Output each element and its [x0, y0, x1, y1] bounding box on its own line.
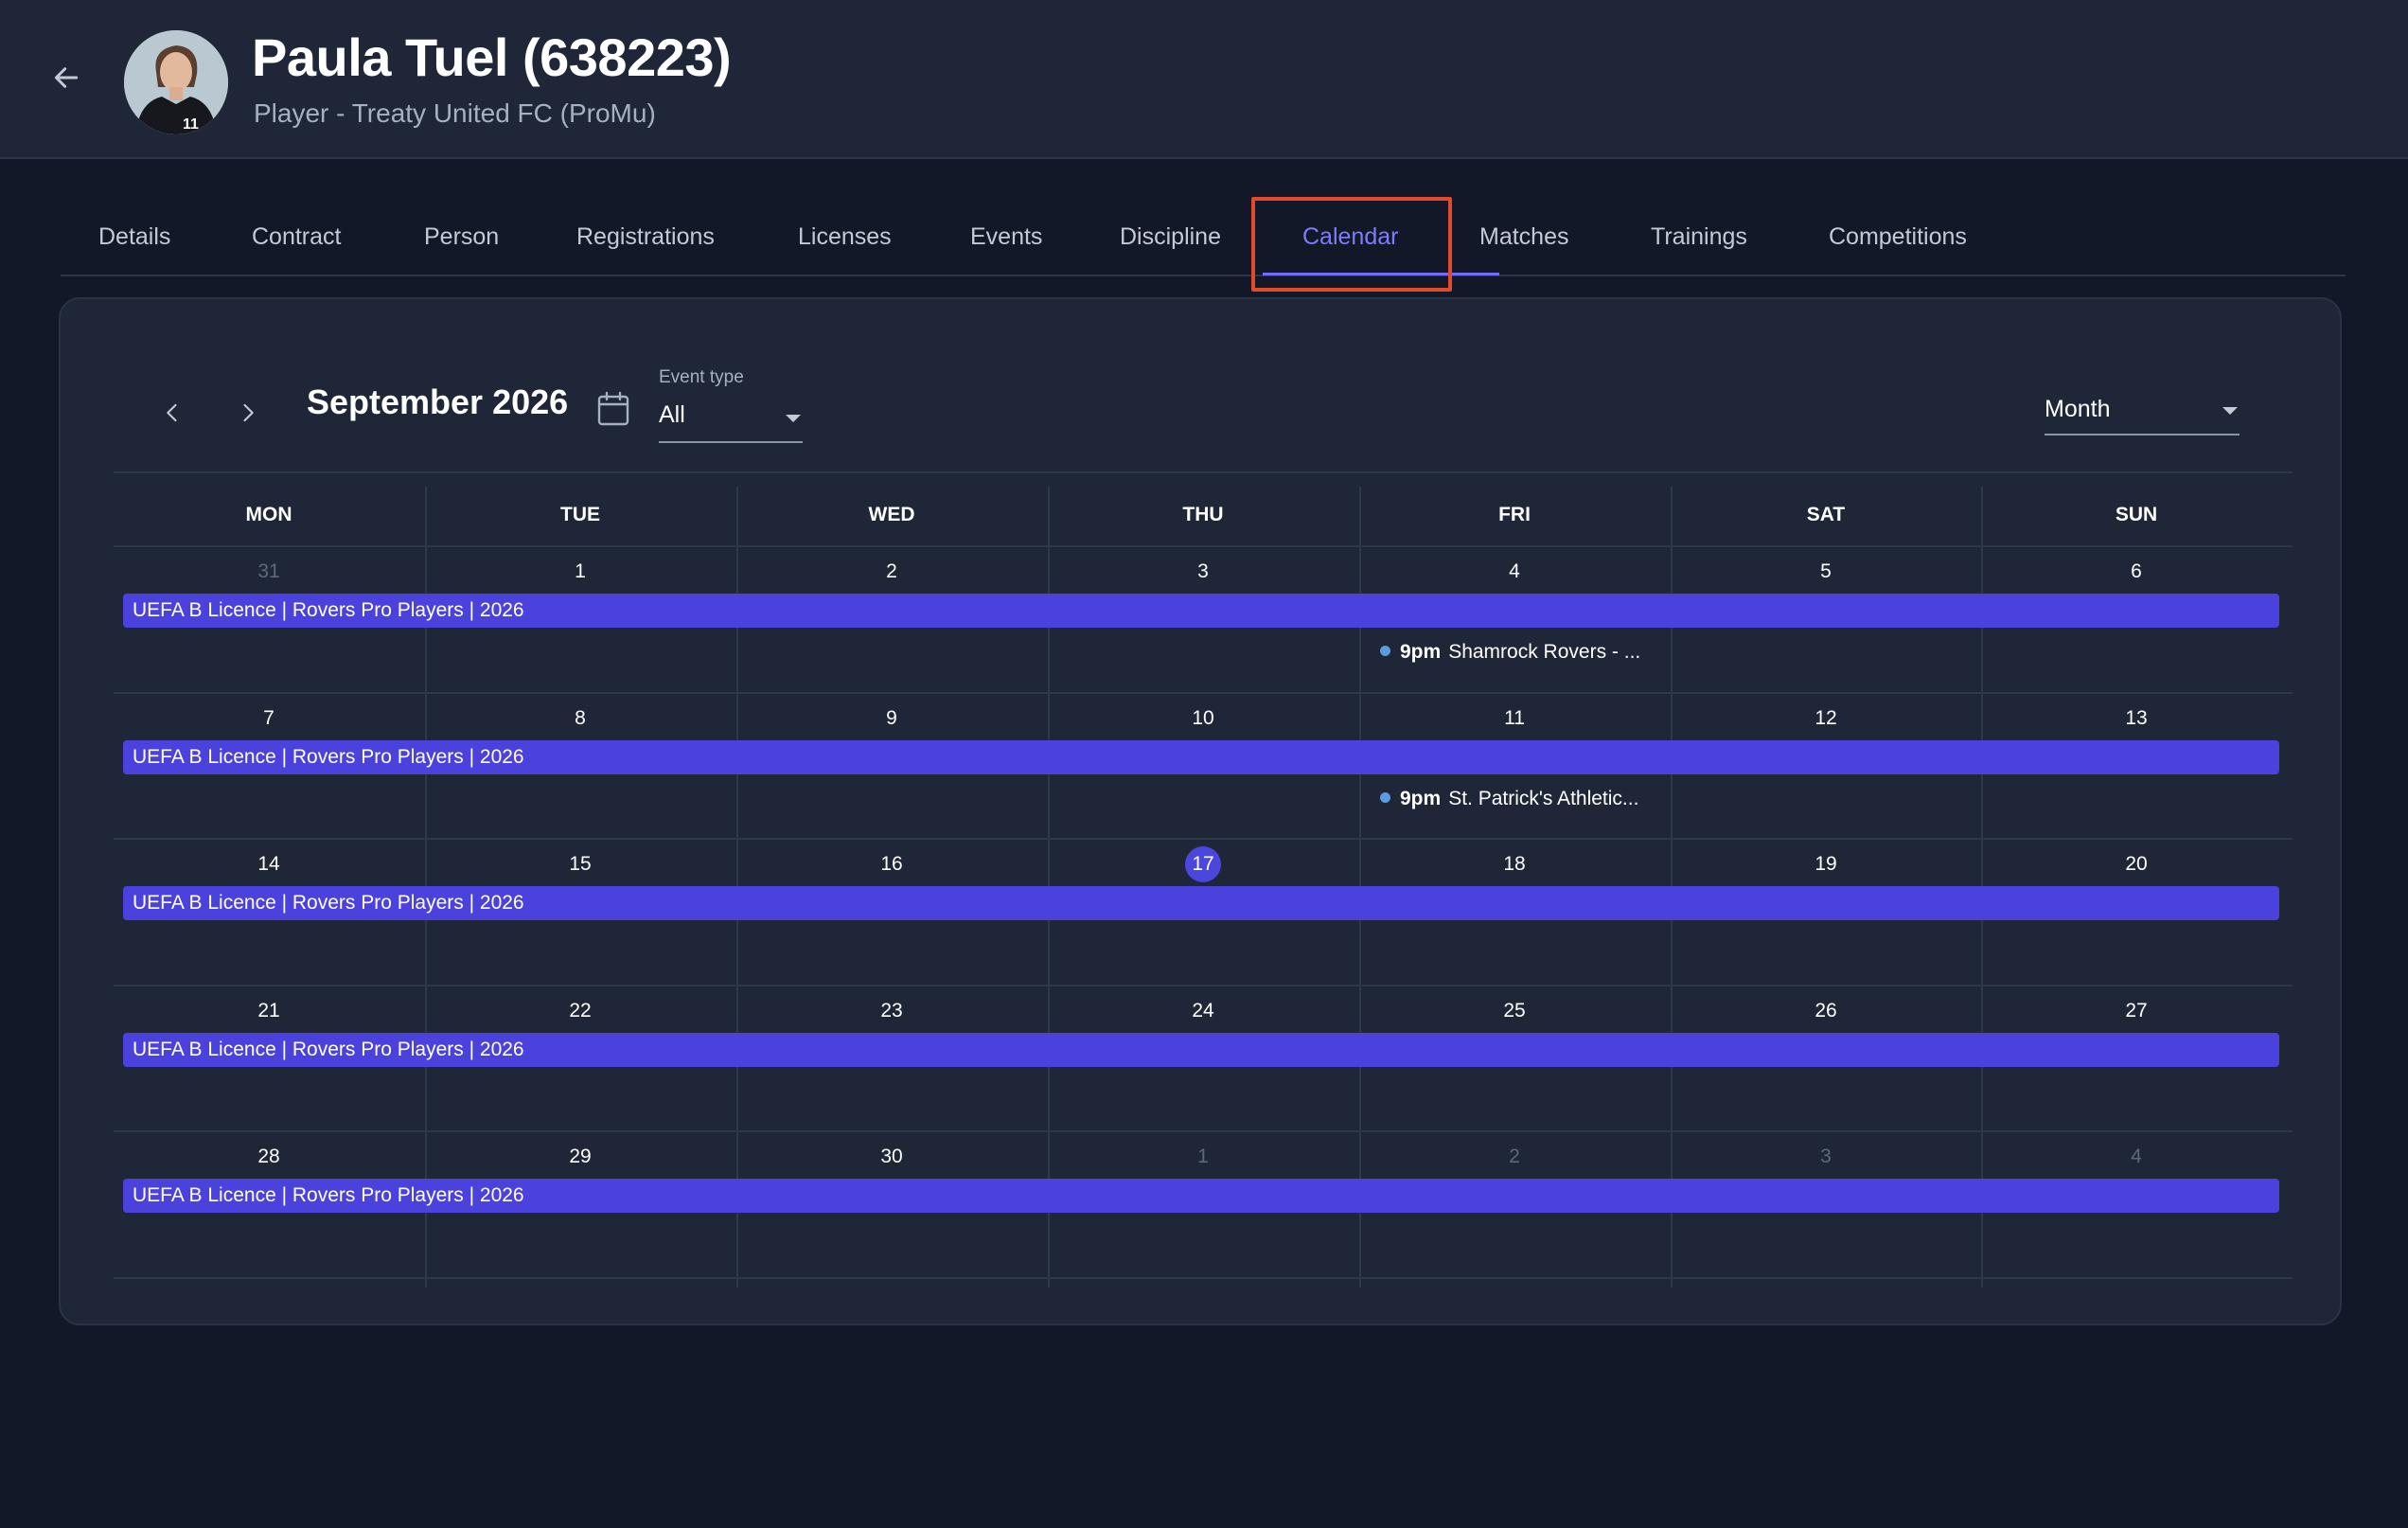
- day-number[interactable]: 28: [114, 1146, 424, 1168]
- player-name: Paula Tuel (638223): [252, 27, 732, 87]
- all-day-event-bar[interactable]: UEFA B Licence | Rovers Pro Players | 20…: [123, 1033, 2279, 1067]
- tab-matches[interactable]: Matches: [1479, 223, 1568, 251]
- all-day-event-bar[interactable]: UEFA B Licence | Rovers Pro Players | 20…: [123, 594, 2279, 628]
- day-number[interactable]: 4: [1981, 1146, 2292, 1168]
- event-type-select[interactable]: Event type All: [659, 367, 803, 443]
- tab-licenses[interactable]: Licenses: [798, 223, 892, 251]
- day-number[interactable]: 13: [1981, 707, 2292, 730]
- tab-details[interactable]: Details: [98, 223, 170, 251]
- next-month-button[interactable]: [229, 394, 267, 432]
- day-number[interactable]: 9: [736, 707, 1047, 730]
- weekday-header: FRI: [1498, 504, 1531, 525]
- event-type-label: Event type: [659, 367, 744, 387]
- day-number[interactable]: 18: [1359, 853, 1670, 876]
- day-number[interactable]: 11: [1359, 707, 1670, 730]
- event-time: 9pm: [1400, 788, 1442, 809]
- day-number[interactable]: 19: [1671, 853, 1981, 876]
- tab-contract[interactable]: Contract: [252, 223, 341, 251]
- event-dot-icon: [1380, 645, 1390, 656]
- day-number[interactable]: 16: [736, 853, 1047, 876]
- view-mode-value: Month: [2045, 396, 2111, 422]
- tab-calendar[interactable]: Calendar: [1302, 223, 1398, 251]
- timed-event[interactable]: 9pm Shamrock Rovers - ...: [1380, 638, 1640, 666]
- day-number[interactable]: 10: [1048, 707, 1358, 730]
- day-number[interactable]: 31: [114, 560, 424, 583]
- day-number[interactable]: 25: [1359, 1000, 1670, 1022]
- day-number[interactable]: 6: [1981, 560, 2292, 583]
- tab-person[interactable]: Person: [424, 223, 499, 251]
- event-time: 9pm: [1400, 641, 1442, 663]
- week-divider: [114, 1277, 2293, 1279]
- weekday-header: SUN: [2115, 504, 2158, 525]
- day-number[interactable]: 14: [114, 853, 424, 876]
- profile-tabs: Details Contract Person Registrations Li…: [61, 189, 2346, 276]
- chevron-down-icon: [786, 415, 801, 422]
- tab-registrations[interactable]: Registrations: [576, 223, 715, 251]
- week-divider: [114, 1130, 2293, 1132]
- svg-text:11: 11: [183, 116, 199, 133]
- tab-competitions[interactable]: Competitions: [1829, 223, 1967, 251]
- chevron-left-icon: [167, 403, 177, 422]
- day-number[interactable]: 22: [425, 1000, 735, 1022]
- profile-header: 11 Paula Tuel (638223) Player - Treaty U…: [0, 0, 2408, 159]
- day-number[interactable]: 23: [736, 1000, 1047, 1022]
- week-divider: [114, 692, 2293, 694]
- day-number[interactable]: 15: [425, 853, 735, 876]
- event-dot-icon: [1380, 791, 1390, 803]
- weekday-header: WED: [868, 504, 915, 525]
- event-title: Shamrock Rovers - ...: [1448, 641, 1641, 663]
- day-number[interactable]: 3: [1048, 560, 1358, 583]
- day-number[interactable]: 2: [1359, 1146, 1670, 1168]
- week-divider: [114, 545, 2293, 547]
- event-type-value: All: [659, 401, 685, 428]
- tab-trainings[interactable]: Trainings: [1651, 223, 1747, 251]
- day-number[interactable]: 20: [1981, 853, 2292, 876]
- day-number[interactable]: 1: [425, 560, 735, 583]
- day-number[interactable]: 3: [1671, 1146, 1981, 1168]
- day-number[interactable]: 27: [1981, 1000, 2292, 1022]
- day-number[interactable]: 1: [1048, 1146, 1358, 1168]
- view-mode-select[interactable]: Month: [2045, 390, 2240, 435]
- timed-event[interactable]: 9pm St. Patrick's Athletic...: [1380, 785, 1638, 813]
- calendar-picker-button[interactable]: [596, 390, 630, 428]
- week-divider: [114, 985, 2293, 986]
- day-number[interactable]: 5: [1671, 560, 1981, 583]
- active-tab-indicator: [1263, 273, 1499, 275]
- day-number[interactable]: 2: [736, 560, 1047, 583]
- tab-events[interactable]: Events: [970, 223, 1042, 251]
- tab-discipline[interactable]: Discipline: [1120, 223, 1221, 251]
- player-subtitle: Player - Treaty United FC (ProMu): [254, 98, 656, 128]
- chevron-right-icon: [243, 403, 254, 422]
- calendar-card: September 2026 Event type All Month MON T…: [59, 297, 2342, 1325]
- day-number[interactable]: 7: [114, 707, 424, 730]
- day-number[interactable]: 30: [736, 1146, 1047, 1168]
- all-day-event-bar[interactable]: UEFA B Licence | Rovers Pro Players | 20…: [123, 1179, 2279, 1213]
- arrow-left-icon: [54, 67, 79, 88]
- back-button[interactable]: [47, 59, 85, 97]
- month-grid: MON TUE WED THU FRI SAT SUN 31 1 2 3 4 5 6 UEFA B Lice…: [114, 471, 2293, 1288]
- day-number[interactable]: 12: [1671, 707, 1981, 730]
- day-number[interactable]: 29: [425, 1146, 735, 1168]
- day-number[interactable]: 24: [1048, 1000, 1358, 1022]
- day-number[interactable]: 21: [114, 1000, 424, 1022]
- weekday-header: MON: [245, 504, 292, 525]
- all-day-event-bar[interactable]: UEFA B Licence | Rovers Pro Players | 20…: [123, 740, 2279, 774]
- day-number[interactable]: 8: [425, 707, 735, 730]
- day-number[interactable]: 26: [1671, 1000, 1981, 1022]
- avatar: 11: [124, 30, 228, 134]
- week-divider: [114, 838, 2293, 840]
- chevron-down-icon: [2222, 407, 2238, 415]
- weekday-header: TUE: [560, 504, 600, 525]
- prev-month-button[interactable]: [153, 394, 191, 432]
- weekday-header: THU: [1182, 504, 1224, 525]
- all-day-event-bar[interactable]: UEFA B Licence | Rovers Pro Players | 20…: [123, 886, 2279, 920]
- month-title: September 2026: [307, 382, 569, 421]
- calendar-icon: [597, 391, 629, 426]
- day-number[interactable]: 4: [1359, 560, 1670, 583]
- event-title: St. Patrick's Athletic...: [1448, 788, 1639, 809]
- day-number[interactable]: 17: [1048, 853, 1358, 876]
- weekday-header: SAT: [1806, 504, 1846, 525]
